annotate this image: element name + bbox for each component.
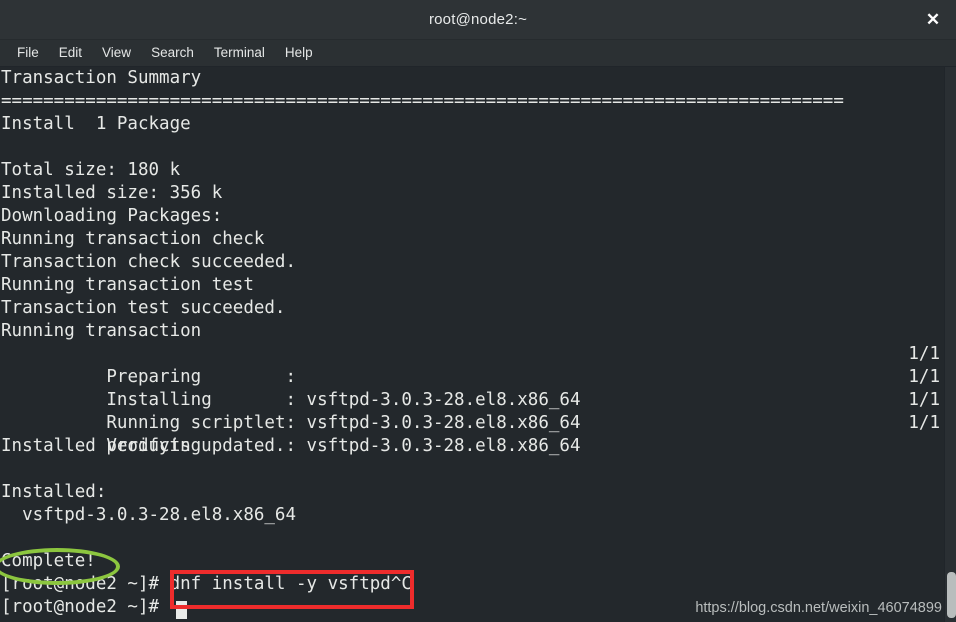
menu-item-edit[interactable]: Edit	[49, 43, 92, 63]
terminal-line: Transaction check succeeded.	[1, 251, 944, 274]
terminal-line: Transaction test succeeded.	[1, 297, 944, 320]
terminal-line: Running transaction	[1, 320, 944, 343]
terminal-cursor	[176, 601, 187, 619]
scrollbar-track[interactable]	[944, 67, 956, 622]
line-text: vsftpd-3.0.3-28.el8.x86_64	[1, 505, 297, 525]
terminal-window: root@node2:~ ✕ File Edit View Search Ter…	[0, 0, 956, 622]
progress-count: 1/1	[908, 367, 940, 387]
titlebar: root@node2:~ ✕	[0, 0, 956, 40]
terminal-line: Installed products updated.	[1, 435, 944, 458]
terminal-line: Transaction Summary	[1, 67, 944, 90]
progress-count: 1/1	[908, 390, 940, 410]
terminal-line: Install 1 Package	[1, 113, 944, 136]
terminal-line-complete: Complete!	[1, 550, 944, 573]
menu-item-search[interactable]: Search	[141, 43, 204, 63]
line-text: Transaction test succeeded.	[1, 298, 286, 318]
line-text: Installed size: 356 k	[1, 183, 223, 203]
menu-item-help[interactable]: Help	[275, 43, 323, 63]
line-text: Running transaction	[1, 321, 202, 341]
terminal-line-installing: Installing : vsftpd-3.0.3-28.el8.x86_64 …	[1, 366, 944, 410]
terminal-line-verifying: Verifying : vsftpd-3.0.3-28.el8.x86_64 1…	[1, 412, 944, 456]
line-text: Install 1 Package	[1, 114, 191, 134]
line-text: Complete!	[1, 551, 96, 571]
terminal-line: ========================================…	[1, 90, 944, 113]
line-text: Transaction check succeeded.	[1, 252, 297, 272]
terminal-line: Installed size: 356 k	[1, 182, 944, 205]
line-text: [root@node2 ~]#	[1, 597, 170, 617]
watermark: https://blog.csdn.net/weixin_46074899	[695, 600, 942, 616]
menu-item-view[interactable]: View	[92, 43, 141, 63]
terminal-line: Running transaction check	[1, 228, 944, 251]
window-title: root@node2:~	[428, 11, 528, 28]
line-text: Running transaction test	[1, 275, 254, 295]
menu-item-terminal[interactable]: Terminal	[204, 43, 275, 63]
menubar: File Edit View Search Terminal Help	[0, 40, 956, 67]
terminal-line: Total size: 180 k	[1, 159, 944, 182]
line-text: Installed products updated.	[1, 436, 286, 456]
line-text: Running transaction check	[1, 229, 265, 249]
line-text: Installed:	[1, 482, 107, 502]
progress-count: 1/1	[908, 344, 940, 364]
line-text: Transaction Summary	[1, 68, 202, 88]
terminal-line: Downloading Packages:	[1, 205, 944, 228]
terminal-line-scriptlet: Running scriptlet: vsftpd-3.0.3-28.el8.x…	[1, 389, 944, 433]
close-icon[interactable]: ✕	[916, 5, 950, 35]
line-text: ========================================…	[1, 91, 844, 111]
line-text: Downloading Packages:	[1, 206, 223, 226]
terminal-line-preparing: Preparing : 1/1	[1, 343, 944, 387]
terminal-line: Installed:	[1, 481, 944, 504]
terminal-screen: Transaction Summary ====================…	[0, 67, 944, 619]
progress-count: 1/1	[908, 413, 940, 433]
line-text: [root@node2 ~]# dnf install -y vsftpd^C	[1, 574, 412, 594]
terminal-output-area[interactable]: Transaction Summary ====================…	[0, 67, 956, 622]
scrollbar-thumb[interactable]	[947, 572, 956, 618]
terminal-line: Running transaction test	[1, 274, 944, 297]
terminal-line: vsftpd-3.0.3-28.el8.x86_64	[1, 504, 944, 527]
menu-item-file[interactable]: File	[7, 43, 49, 63]
line-text: Total size: 180 k	[1, 160, 181, 180]
terminal-line-command: [root@node2 ~]# dnf install -y vsftpd^C	[1, 573, 944, 596]
